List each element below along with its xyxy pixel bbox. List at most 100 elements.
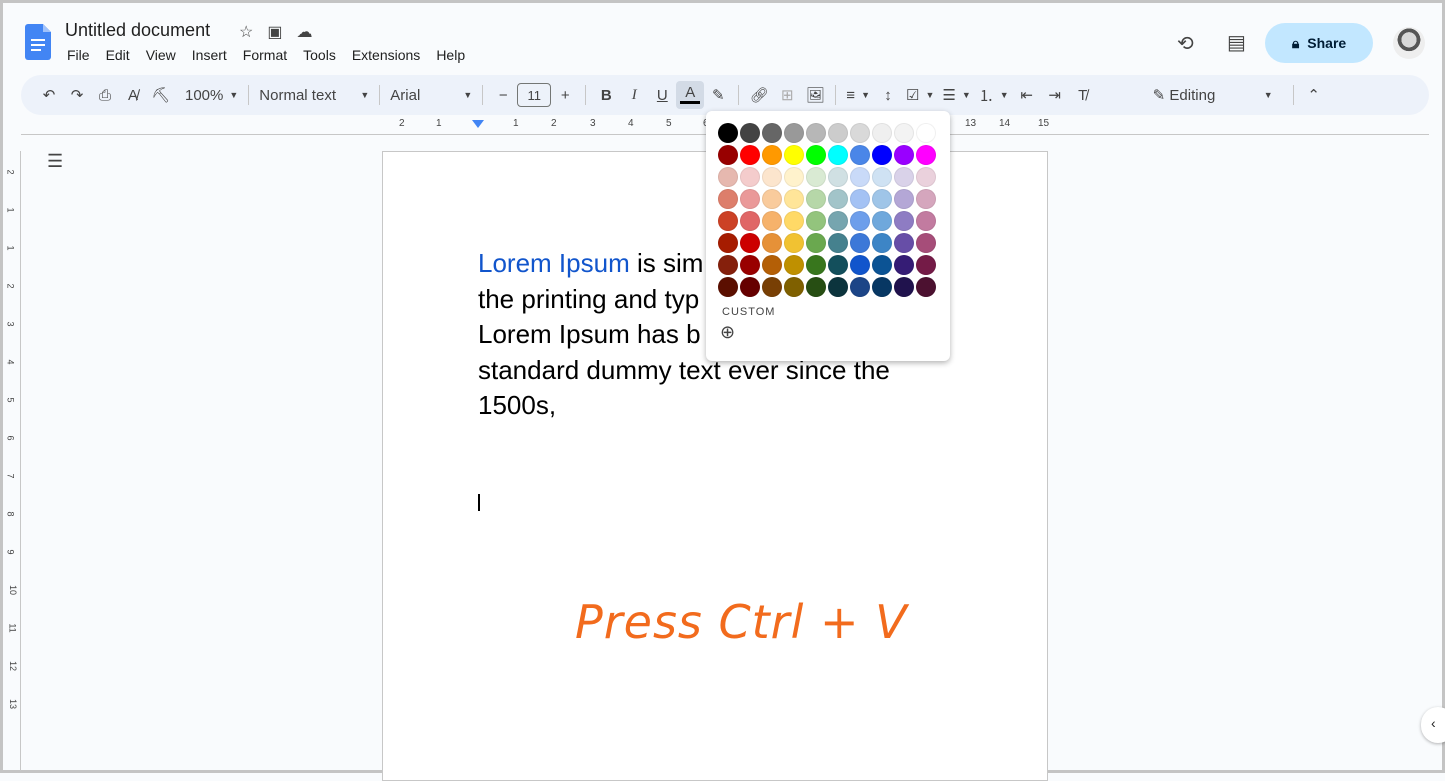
insert-image-icon[interactable]: 🖼︎ xyxy=(801,81,829,109)
color-swatch[interactable] xyxy=(784,277,804,297)
bold-button[interactable]: B xyxy=(592,81,620,109)
color-swatch[interactable] xyxy=(916,123,936,143)
color-swatch[interactable] xyxy=(916,167,936,187)
color-swatch[interactable] xyxy=(850,277,870,297)
version-history-icon[interactable]: ⟲ xyxy=(1177,31,1194,56)
color-swatch[interactable] xyxy=(740,167,760,187)
color-swatch[interactable] xyxy=(718,167,738,187)
color-swatch[interactable] xyxy=(894,233,914,253)
color-swatch[interactable] xyxy=(784,233,804,253)
color-swatch[interactable] xyxy=(718,145,738,165)
color-swatch[interactable] xyxy=(740,189,760,209)
color-swatch[interactable] xyxy=(740,277,760,297)
color-swatch[interactable] xyxy=(784,167,804,187)
color-swatch[interactable] xyxy=(828,277,848,297)
bulleted-list-icon[interactable]: ☰ ▼ xyxy=(938,81,974,109)
side-panel-toggle-icon[interactable]: ‹ xyxy=(1421,707,1445,743)
star-icon[interactable]: ☆ xyxy=(239,22,253,42)
color-swatch[interactable] xyxy=(806,277,826,297)
color-swatch[interactable] xyxy=(806,167,826,187)
color-swatch[interactable] xyxy=(806,145,826,165)
color-swatch[interactable] xyxy=(872,233,892,253)
color-swatch[interactable] xyxy=(762,145,782,165)
redo-icon[interactable]: ↷ xyxy=(63,81,91,109)
comments-icon[interactable]: ▤ xyxy=(1227,30,1246,55)
color-swatch[interactable] xyxy=(740,255,760,275)
color-swatch[interactable] xyxy=(872,123,892,143)
clear-formatting-icon[interactable]: T̸ xyxy=(1069,81,1097,109)
italic-button[interactable]: I xyxy=(620,81,648,109)
color-swatch[interactable] xyxy=(718,233,738,253)
decrease-font-size-button[interactable]: − xyxy=(489,81,517,109)
color-swatch[interactable] xyxy=(828,233,848,253)
text-color-button[interactable]: A xyxy=(676,81,705,109)
editing-mode-select[interactable]: ✎ Editing ▼ xyxy=(1149,81,1277,109)
color-swatch[interactable] xyxy=(762,255,782,275)
color-swatch[interactable] xyxy=(828,255,848,275)
cloud-saved-icon[interactable]: ☁ xyxy=(296,22,312,42)
color-swatch[interactable] xyxy=(762,233,782,253)
menu-tools[interactable]: Tools xyxy=(303,47,336,63)
color-swatch[interactable] xyxy=(894,167,914,187)
spellcheck-icon[interactable]: A̸ xyxy=(119,81,147,109)
color-swatch[interactable] xyxy=(784,255,804,275)
color-swatch[interactable] xyxy=(872,189,892,209)
color-swatch[interactable] xyxy=(916,277,936,297)
document-outline-icon[interactable]: ☰ xyxy=(47,151,63,172)
add-custom-color-icon[interactable]: ⊕ xyxy=(720,322,950,343)
print-icon[interactable]: ⎙ xyxy=(91,81,119,109)
move-folder-icon[interactable]: ▣ xyxy=(267,22,282,42)
color-swatch[interactable] xyxy=(784,211,804,231)
link-text[interactable]: Lorem Ipsum xyxy=(478,248,630,278)
color-swatch[interactable] xyxy=(850,211,870,231)
color-swatch[interactable] xyxy=(850,255,870,275)
color-swatch[interactable] xyxy=(806,123,826,143)
paint-format-icon[interactable]: ⛏ xyxy=(147,81,175,109)
color-swatch[interactable] xyxy=(828,123,848,143)
color-swatch[interactable] xyxy=(740,123,760,143)
color-swatch[interactable] xyxy=(762,277,782,297)
avatar[interactable] xyxy=(1393,27,1425,59)
color-swatch[interactable] xyxy=(762,189,782,209)
color-swatch[interactable] xyxy=(828,167,848,187)
color-swatch[interactable] xyxy=(806,189,826,209)
color-swatch[interactable] xyxy=(718,211,738,231)
color-swatch[interactable] xyxy=(894,255,914,275)
color-swatch[interactable] xyxy=(806,233,826,253)
color-swatch[interactable] xyxy=(916,233,936,253)
collapse-toolbar-icon[interactable]: ⌃ xyxy=(1300,81,1328,109)
link-icon[interactable]: 🔗︎ xyxy=(745,81,773,109)
color-swatch[interactable] xyxy=(872,167,892,187)
docs-logo-icon[interactable] xyxy=(25,24,51,60)
undo-icon[interactable]: ↶ xyxy=(35,81,63,109)
color-swatch[interactable] xyxy=(916,145,936,165)
color-swatch[interactable] xyxy=(850,167,870,187)
menu-file[interactable]: File xyxy=(67,47,90,63)
font-select[interactable]: Arial ▼ xyxy=(386,81,476,109)
checklist-icon[interactable]: ☑ ▼ xyxy=(902,81,938,109)
color-swatch[interactable] xyxy=(718,123,738,143)
color-swatch[interactable] xyxy=(740,211,760,231)
increase-font-size-button[interactable]: + xyxy=(551,81,579,109)
color-swatch[interactable] xyxy=(762,211,782,231)
color-swatch[interactable] xyxy=(894,277,914,297)
menu-extensions[interactable]: Extensions xyxy=(352,47,420,63)
vertical-ruler[interactable]: 2 1 1 2 3 4 5 6 7 8 9 10 11 12 13 xyxy=(6,151,21,771)
menu-insert[interactable]: Insert xyxy=(192,47,227,63)
color-swatch[interactable] xyxy=(718,277,738,297)
color-swatch[interactable] xyxy=(916,255,936,275)
indent-marker[interactable] xyxy=(472,120,484,128)
color-swatch[interactable] xyxy=(718,189,738,209)
color-swatch[interactable] xyxy=(850,189,870,209)
color-swatch[interactable] xyxy=(762,123,782,143)
color-swatch[interactable] xyxy=(850,123,870,143)
color-swatch[interactable] xyxy=(828,211,848,231)
color-swatch[interactable] xyxy=(894,145,914,165)
share-button[interactable]: 🔒︎ Share xyxy=(1265,23,1373,63)
color-swatch[interactable] xyxy=(894,211,914,231)
menu-help[interactable]: Help xyxy=(436,47,465,63)
color-swatch[interactable] xyxy=(872,211,892,231)
highlight-icon[interactable]: ✎ xyxy=(704,81,732,109)
font-size-input[interactable]: 11 xyxy=(517,83,552,107)
menu-format[interactable]: Format xyxy=(243,47,287,63)
